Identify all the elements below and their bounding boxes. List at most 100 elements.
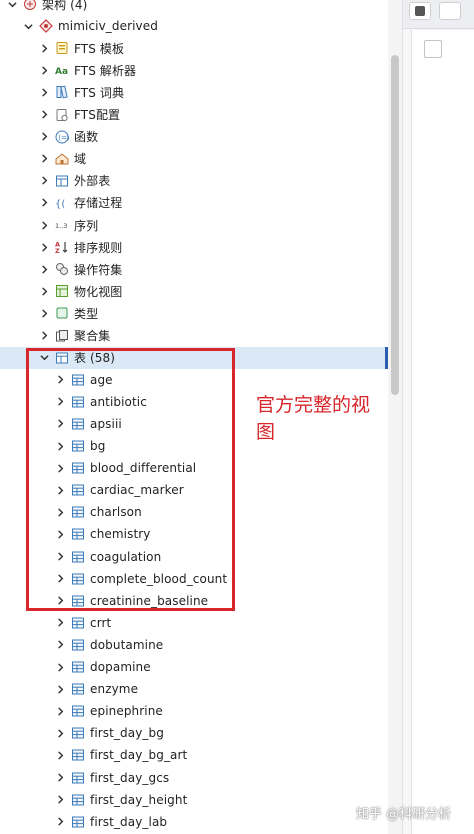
scrollbar-thumb[interactable] — [391, 55, 399, 395]
tree-node-category[interactable]: A Z 排序规则 — [0, 236, 388, 258]
chevron-right-icon[interactable] — [54, 546, 66, 568]
tree-scrollbar[interactable] — [388, 0, 402, 834]
chevron-right-icon[interactable] — [54, 744, 66, 766]
table-icon — [70, 438, 86, 454]
tree-node-category[interactable]: 类型 — [0, 302, 388, 324]
chevron-right-icon[interactable] — [38, 170, 50, 192]
chevron-right-icon[interactable] — [54, 722, 66, 744]
chevron-right-icon[interactable] — [54, 501, 66, 523]
svg-text:(=): (=) — [58, 134, 69, 142]
chevron-right-icon[interactable] — [54, 656, 66, 678]
tree-item-label: 序列 — [74, 218, 99, 233]
chevron-right-icon[interactable] — [38, 126, 50, 148]
chevron-right-icon[interactable] — [38, 325, 50, 347]
tree-node-table[interactable]: coagulation — [0, 546, 388, 568]
tree-node-table[interactable]: dobutamine — [0, 634, 388, 656]
chevron-right-icon[interactable] — [54, 391, 66, 413]
chevron-down-icon[interactable] — [6, 0, 18, 15]
table-icon — [70, 792, 86, 808]
chevron-right-icon[interactable] — [54, 479, 66, 501]
tree-node-table[interactable]: creatinine_baseline — [0, 590, 388, 612]
chevron-right-icon[interactable] — [38, 214, 50, 236]
tree-node-category[interactable]: 操作符集 — [0, 258, 388, 280]
select-all-checkbox[interactable] — [424, 40, 442, 58]
chevron-right-icon[interactable] — [54, 634, 66, 656]
stop-icon[interactable] — [409, 2, 431, 20]
tree-node-category[interactable]: FTS 词典 — [0, 81, 388, 103]
chevron-right-icon[interactable] — [54, 369, 66, 391]
tree-node-table[interactable]: chemistry — [0, 523, 388, 545]
tree-item-label: 表 (58) — [74, 351, 116, 366]
fts-parser-icon: Aa — [54, 62, 70, 78]
tree-node-table[interactable]: complete_blood_count — [0, 568, 388, 590]
tree-node-table[interactable]: first_day_bg — [0, 722, 388, 744]
chevron-right-icon[interactable] — [54, 700, 66, 722]
tree-node-category[interactable]: {(存储过程 — [0, 192, 388, 214]
chevron-right-icon[interactable] — [54, 435, 66, 457]
chevron-right-icon[interactable] — [54, 811, 66, 833]
tree-node-category[interactable]: (=) 函数 — [0, 126, 388, 148]
tree-node-table[interactable]: epinephrine — [0, 700, 388, 722]
tree-node-table[interactable]: age — [0, 369, 388, 391]
tree-item-label: FTS 模板 — [74, 41, 125, 56]
chevron-right-icon[interactable] — [38, 37, 50, 59]
tree-node-category[interactable]: 聚合集 — [0, 325, 388, 347]
collation-icon: AZ — [54, 239, 70, 255]
aggregate-icon — [54, 328, 70, 344]
chevron-right-icon[interactable] — [38, 59, 50, 81]
chevron-right-icon[interactable] — [38, 280, 50, 302]
tree-node-category[interactable]: FTS配置 — [0, 104, 388, 126]
tree-node-category[interactable]: 1..3 序列 — [0, 214, 388, 236]
tree-node-table[interactable]: blood_differential — [0, 457, 388, 479]
tree-node-table[interactable]: enzyme — [0, 678, 388, 700]
fts-config-icon — [54, 107, 70, 123]
chevron-right-icon[interactable] — [54, 590, 66, 612]
tree-item-label: first_day_lab — [90, 814, 168, 829]
toolbar-button[interactable] — [439, 2, 461, 20]
tree-node-category[interactable]: 域 — [0, 148, 388, 170]
chevron-right-icon[interactable] — [54, 413, 66, 435]
chevron-right-icon[interactable] — [38, 236, 50, 258]
tree-node-category[interactable]: Aa FTS 解析器 — [0, 59, 388, 81]
chevron-right-icon[interactable] — [54, 767, 66, 789]
tree-item-label: charlson — [90, 505, 142, 520]
tree-node-table[interactable]: crrt — [0, 612, 388, 634]
fts-template-icon — [54, 40, 70, 56]
tree-node-table[interactable]: first_day_lab — [0, 811, 388, 833]
tree-node-table[interactable]: first_day_bg_art — [0, 744, 388, 766]
chevron-down-icon[interactable] — [38, 347, 50, 369]
tree-node-tables[interactable]: 表 (58) — [0, 346, 388, 369]
chevron-right-icon[interactable] — [38, 148, 50, 170]
tree-node-architecture[interactable]: 架构 (4) — [0, 0, 388, 15]
tree-item-label: 域 — [74, 152, 87, 167]
tree-node-table[interactable]: charlson — [0, 501, 388, 523]
chevron-right-icon[interactable] — [54, 568, 66, 590]
chevron-right-icon[interactable] — [54, 457, 66, 479]
tree-node-schema[interactable]: mimiciv_derived — [0, 15, 388, 37]
chevron-right-icon[interactable] — [54, 678, 66, 700]
chevron-right-icon[interactable] — [38, 192, 50, 214]
chevron-right-icon[interactable] — [38, 302, 50, 324]
table-icon — [70, 770, 86, 786]
tree-item-label: chemistry — [90, 527, 151, 542]
tree-item-label: 类型 — [74, 306, 99, 321]
tree-node-table[interactable]: cardiac_marker — [0, 479, 388, 501]
chevron-right-icon[interactable] — [38, 104, 50, 126]
table-icon — [70, 504, 86, 520]
table-icon — [70, 571, 86, 587]
chevron-right-icon[interactable] — [54, 612, 66, 634]
tree-item-label: 函数 — [74, 130, 99, 145]
tree-node-table[interactable]: first_day_gcs — [0, 767, 388, 789]
chevron-right-icon[interactable] — [38, 258, 50, 280]
tree-item-label: complete_blood_count — [90, 571, 228, 586]
tree-item-label: 架构 (4) — [42, 0, 88, 12]
tree-node-category[interactable]: FTS 模板 — [0, 37, 388, 59]
chevron-right-icon[interactable] — [54, 523, 66, 545]
chevron-down-icon[interactable] — [22, 15, 34, 37]
tree-node-category[interactable]: 物化视图 — [0, 280, 388, 302]
tree-node-table[interactable]: first_day_height — [0, 789, 388, 811]
chevron-right-icon[interactable] — [54, 789, 66, 811]
chevron-right-icon[interactable] — [38, 81, 50, 103]
tree-node-category[interactable]: 外部表 — [0, 170, 388, 192]
tree-node-table[interactable]: dopamine — [0, 656, 388, 678]
